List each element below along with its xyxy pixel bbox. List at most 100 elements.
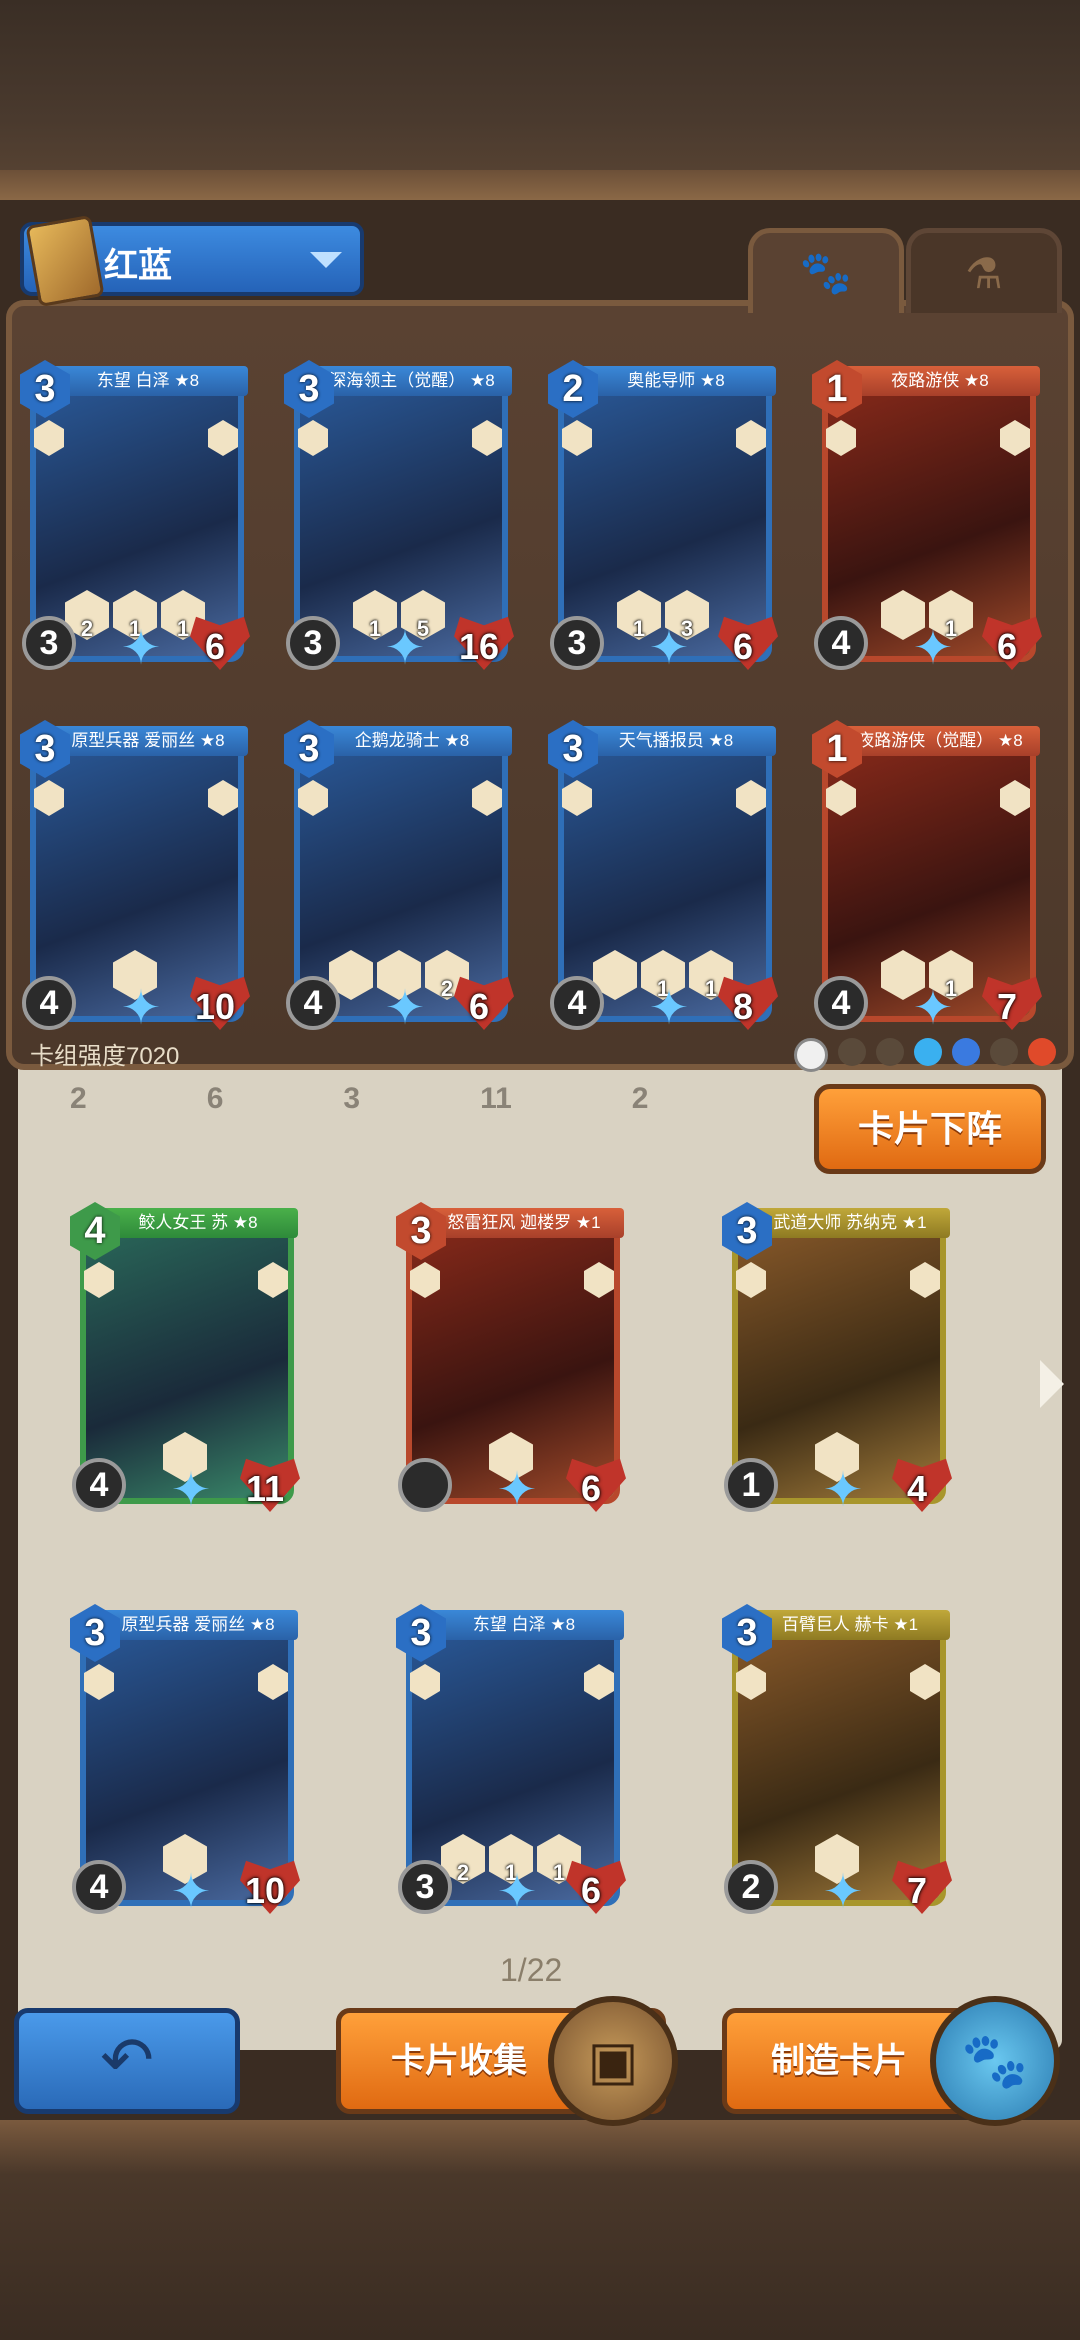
card-hp: 11: [245, 1468, 285, 1509]
game-card[interactable]: 武道大师 苏纳克 ★1 3 ✦ 1 4: [722, 1202, 952, 1516]
filter-nature-icon[interactable]: [876, 1038, 904, 1066]
card-name: 原型兵器 爱丽丝 ★8: [98, 1610, 298, 1640]
bottom-wood-background: [0, 2120, 1080, 2340]
card-hp: 6: [204, 626, 226, 667]
card-attack: 4: [814, 616, 868, 670]
card-name: 鲛人女王 苏 ★8: [98, 1208, 298, 1238]
element-filters: [794, 1038, 1056, 1072]
card-name: 东望 白泽 ★8: [424, 1610, 624, 1640]
card-name: 夜路游侠 ★8: [840, 366, 1040, 396]
scrolled-card-row-peek: 2 6 3 11 2: [70, 1082, 770, 1115]
filter-all-icon[interactable]: [794, 1038, 828, 1072]
card-rarity-star-icon: ✦: [384, 982, 426, 1035]
card-name: 原型兵器 爱丽丝 ★8: [48, 726, 248, 756]
card-name: 百臂巨人 赫卡 ★1: [750, 1610, 950, 1640]
game-card[interactable]: 夜路游侠 ★8 1 1 ✦ 4 6: [812, 360, 1042, 674]
card-album-icon: ▣: [548, 1996, 678, 2126]
card-attack: 3: [286, 616, 340, 670]
card-name: 夜路游侠（觉醒） ★8: [840, 726, 1040, 756]
craft-card-label: 制造卡片: [771, 2042, 907, 2080]
next-page-arrow-icon[interactable]: [1040, 1360, 1064, 1408]
card-rarity-star-icon: ✦: [496, 1464, 538, 1517]
back-arrow-icon: ↶: [100, 2024, 154, 2096]
card-rarity-star-icon: ✦: [170, 1464, 212, 1517]
peek-value: 3: [343, 1082, 361, 1115]
card-hp: 10: [194, 986, 236, 1027]
game-card[interactable]: 深海领主（觉醒） ★8 3 1 5 ✦ 3 16: [284, 360, 514, 674]
card-hp: 16: [458, 626, 500, 667]
card-attack: 3: [550, 616, 604, 670]
page-indicator: 1/22: [500, 1952, 563, 1988]
card-hp: 7: [996, 986, 1018, 1027]
card-attack: 4: [72, 1458, 126, 1512]
card-name: 天气播报员 ★8: [576, 726, 776, 756]
peek-value: 6: [206, 1082, 224, 1115]
game-card[interactable]: 原型兵器 爱丽丝 ★8 3 ✦ 4 10: [70, 1604, 300, 1918]
card-attack: 4: [286, 976, 340, 1030]
card-name: 深海领主（觉醒） ★8: [312, 366, 512, 396]
card-rarity-star-icon: ✦: [648, 982, 690, 1035]
back-button[interactable]: ↶: [14, 2008, 240, 2114]
card-attack: 1: [724, 1458, 778, 1512]
game-card[interactable]: 夜路游侠（觉醒） ★8 1 1 ✦ 4 7: [812, 720, 1042, 1034]
card-rarity-star-icon: ✦: [912, 982, 954, 1035]
card-collection-label: 卡片收集: [391, 2042, 527, 2080]
card-rarity-star-icon: ✦: [822, 1866, 864, 1919]
card-name: 武道大师 苏纳克 ★1: [750, 1208, 950, 1238]
deck-book-icon: [25, 214, 105, 308]
card-rarity-star-icon: ✦: [384, 622, 426, 675]
card-rarity-star-icon: ✦: [912, 622, 954, 675]
game-card[interactable]: 天气播报员 ★8 3 1 1 ✦ 4 8: [548, 720, 778, 1034]
filter-earth-icon[interactable]: [838, 1038, 866, 1066]
game-card[interactable]: 百臂巨人 赫卡 ★1 3 ✦ 2 7: [722, 1604, 952, 1918]
chevron-down-icon: [310, 252, 342, 268]
card-attack: 4: [814, 976, 868, 1030]
game-card[interactable]: 东望 白泽 ★8 3 2 1 1 ✦ 3 6: [396, 1604, 626, 1918]
card-rarity-star-icon: ✦: [170, 1866, 212, 1919]
card-hp: 6: [468, 986, 490, 1027]
card-attack: 4: [72, 1860, 126, 1914]
filter-storm-icon[interactable]: [952, 1038, 980, 1066]
card-rarity-star-icon: ✦: [496, 1866, 538, 1919]
card-hp: 10: [244, 1870, 286, 1911]
game-card[interactable]: 企鹅龙骑士 ★8 3 2 ✦ 4 6: [284, 720, 514, 1034]
potion-icon: ⚗: [965, 250, 1003, 297]
card-rarity-star-icon: ✦: [822, 1464, 864, 1517]
deck-selector-dropdown[interactable]: 红蓝: [20, 214, 364, 308]
card-hp: 4: [906, 1468, 928, 1509]
deck-power-label: 卡组强度7020: [30, 1043, 180, 1070]
remove-card-button[interactable]: 卡片下阵: [814, 1084, 1046, 1174]
card-hp: 6: [732, 626, 754, 667]
tab-potions[interactable]: ⚗: [906, 228, 1062, 313]
card-hp: 8: [732, 986, 754, 1027]
game-card[interactable]: 鲛人女王 苏 ★8 4 ✦ 4 11: [70, 1202, 300, 1516]
card-attack: 2: [724, 1860, 778, 1914]
card-name: 奥能导师 ★8: [576, 366, 776, 396]
deck-name: 红蓝: [104, 247, 172, 285]
game-card[interactable]: 东望 白泽 ★8 3 2 1 1 ✦ 3 6: [20, 360, 250, 674]
game-card[interactable]: 怒雷狂风 迦楼罗 ★1 3 ✦ 6: [396, 1202, 626, 1516]
peek-value: 11: [480, 1082, 512, 1115]
paw-jar-icon: 🐾: [930, 1996, 1060, 2126]
card-rarity-star-icon: ✦: [648, 622, 690, 675]
filter-wind-icon[interactable]: [990, 1038, 1018, 1066]
game-card[interactable]: 奥能导师 ★8 2 1 3 ✦ 3 6: [548, 360, 778, 674]
card-attack: [398, 1458, 452, 1512]
card-name: 企鹅龙骑士 ★8: [312, 726, 512, 756]
card-hp: 6: [580, 1468, 602, 1509]
filter-water-icon[interactable]: [914, 1038, 942, 1066]
card-name: 东望 白泽 ★8: [48, 366, 248, 396]
card-hp: 7: [906, 1870, 928, 1911]
card-attack: 4: [550, 976, 604, 1030]
filter-fire-icon[interactable]: [1028, 1038, 1056, 1066]
game-card[interactable]: 原型兵器 爱丽丝 ★8 3 ✦ 4 10: [20, 720, 250, 1034]
paw-icon: 🐾: [799, 249, 853, 296]
card-attack: 4: [22, 976, 76, 1030]
card-attack: 3: [22, 616, 76, 670]
card-rarity-star-icon: ✦: [120, 622, 162, 675]
tab-creatures[interactable]: 🐾: [748, 228, 904, 313]
peek-value: 2: [631, 1082, 649, 1115]
card-hp: 6: [996, 626, 1018, 667]
card-name: 怒雷狂风 迦楼罗 ★1: [424, 1208, 624, 1238]
card-hp: 6: [580, 1870, 602, 1911]
